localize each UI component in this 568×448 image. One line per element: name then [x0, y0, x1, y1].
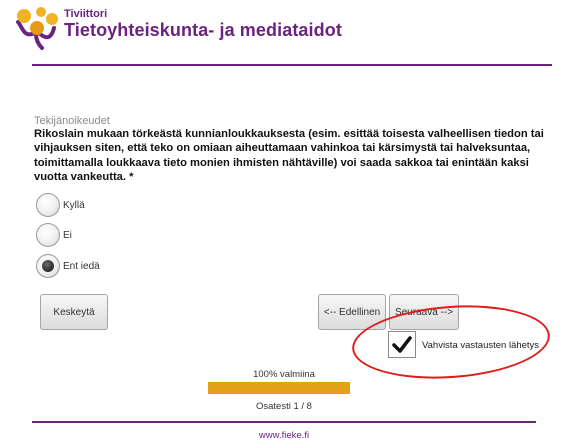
question-text: Rikoslain mukaan törkeästä kunnianloukka…	[34, 128, 544, 184]
option-label: Ent iedä	[63, 260, 100, 272]
option-en-tieda[interactable]: Ent iedä	[36, 253, 100, 279]
page-header: Tiviittori Tietoyhteiskunta- ja mediatai…	[0, 0, 568, 62]
tiviittori-logo	[16, 7, 58, 50]
progress-bar	[208, 382, 350, 394]
option-label: Ei	[63, 229, 72, 241]
option-kylla[interactable]: Kyllä	[36, 192, 85, 218]
progress-fill	[208, 382, 350, 394]
cancel-button[interactable]: Keskeytä	[40, 294, 108, 330]
progress-label: 100% valmiina	[253, 369, 315, 380]
next-button[interactable]: Seuraava -->	[389, 294, 459, 330]
brand-subtitle: Tiviittori	[64, 8, 108, 20]
radio-button-selected[interactable]	[36, 254, 60, 278]
footer-link[interactable]: www.fieke.fi	[0, 430, 568, 441]
brand-title: Tietoyhteiskunta- ja mediataidot	[64, 20, 342, 40]
option-label: Kyllä	[63, 199, 85, 211]
question-category: Tekijänoikeudet	[34, 115, 110, 127]
page-indicator: Osatesti 1 / 8	[256, 401, 312, 412]
confirm-label: Vahvista vastausten lähetys	[422, 340, 540, 351]
checkmark-icon	[392, 336, 412, 353]
radio-button[interactable]	[36, 223, 60, 247]
radio-button[interactable]	[36, 193, 60, 217]
option-ei[interactable]: Ei	[36, 222, 72, 248]
header-divider	[32, 64, 552, 66]
previous-button[interactable]: <-- Edellinen	[318, 294, 386, 330]
confirm-checkbox[interactable]	[388, 331, 416, 358]
footer-divider	[32, 421, 536, 423]
